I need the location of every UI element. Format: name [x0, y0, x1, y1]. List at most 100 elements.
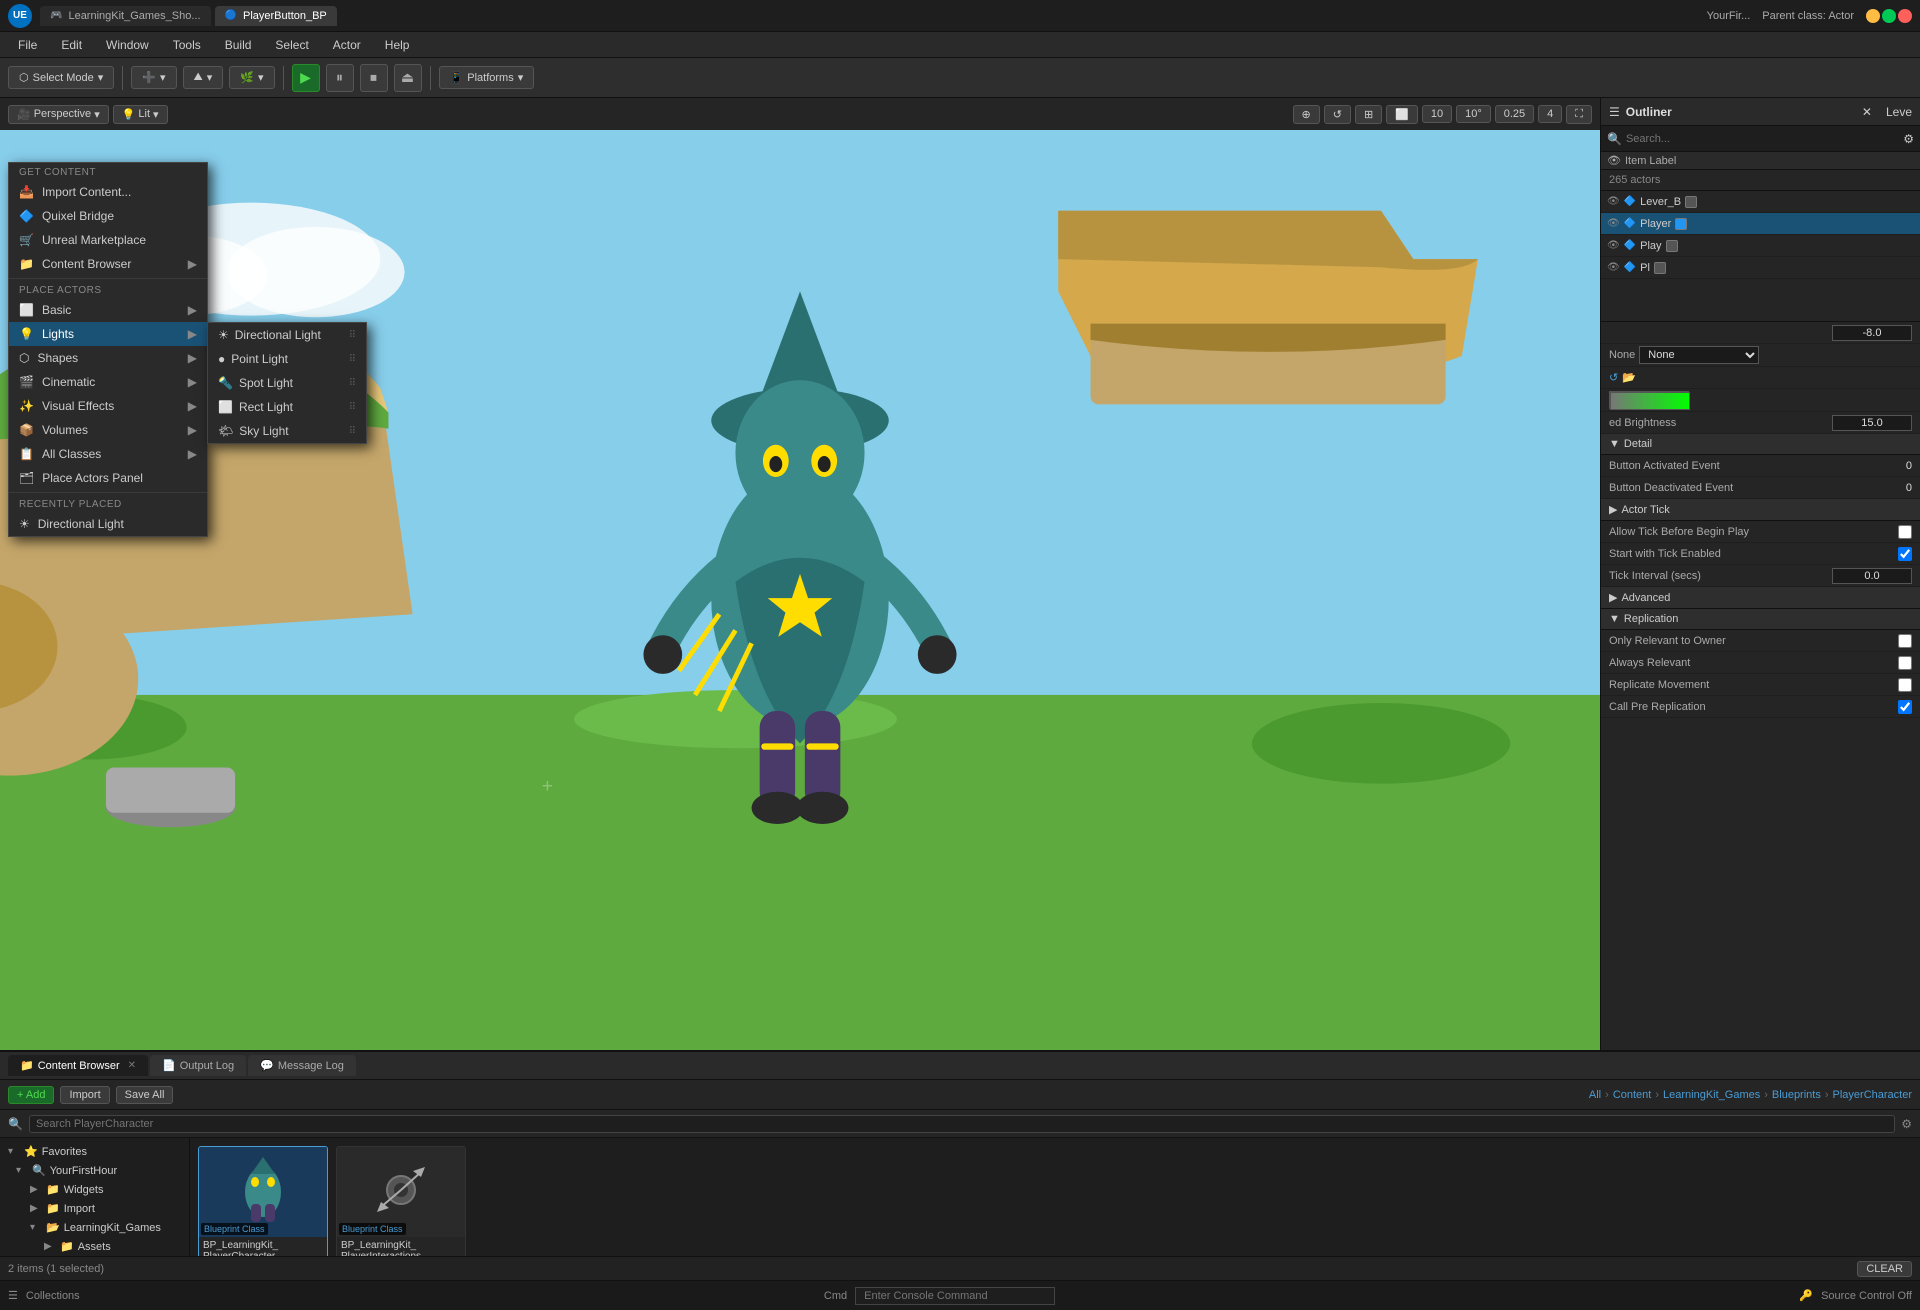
- vp-grid[interactable]: 10°: [1456, 105, 1491, 123]
- sky-light-item[interactable]: 🌤 Sky Light ⠿: [208, 419, 366, 443]
- outliner-item-player[interactable]: 👁 🔷 Player: [1601, 213, 1920, 235]
- tab-output-log[interactable]: 📄 Output Log: [150, 1055, 246, 1076]
- call-pre-rep-checkbox[interactable]: [1898, 700, 1912, 714]
- only-relevant-checkbox[interactable]: [1898, 634, 1912, 648]
- outliner-item-leverb[interactable]: 👁 🔷 Lever_B: [1601, 191, 1920, 213]
- vp-camera-speed[interactable]: 10: [1422, 105, 1452, 123]
- viewport-canvas[interactable]: +: [0, 130, 1600, 1050]
- tree-import[interactable]: ▶ 📁 Import: [0, 1199, 189, 1218]
- cb-save-all-btn[interactable]: Save All: [116, 1086, 174, 1104]
- tree-widgets[interactable]: ▶ 📁 Widgets: [0, 1180, 189, 1199]
- breadcrumb-content[interactable]: Content: [1613, 1089, 1652, 1101]
- always-relevant-checkbox[interactable]: [1898, 656, 1912, 670]
- minimize-button[interactable]: [1866, 9, 1880, 23]
- unreal-marketplace-item[interactable]: 🛒 Unreal Marketplace: [9, 228, 207, 252]
- cb-filter-icon[interactable]: ⚙: [1901, 1117, 1912, 1131]
- tab-learningkit[interactable]: 🎮 LearningKit_Games_Sho...: [40, 6, 211, 26]
- mode-selector[interactable]: ⬡ Select Mode ▾: [8, 66, 114, 89]
- menu-file[interactable]: File: [8, 36, 47, 54]
- volumes-item[interactable]: 📦 Volumes ▶: [9, 418, 207, 442]
- outliner-settings-icon[interactable]: ⚙: [1903, 132, 1914, 146]
- vp-translate-btn[interactable]: ⊕: [1293, 105, 1320, 124]
- numeric-input[interactable]: [1832, 325, 1912, 341]
- platforms-btn[interactable]: 📱 Platforms ▾: [439, 66, 535, 89]
- breadcrumb-all[interactable]: All: [1589, 1089, 1601, 1101]
- place-actors-panel-item[interactable]: 🗂 Place Actors Panel: [9, 466, 207, 490]
- vp-surface-btn[interactable]: ⬜: [1386, 105, 1418, 124]
- menu-build[interactable]: Build: [215, 36, 262, 54]
- maximize-button[interactable]: [1882, 9, 1896, 23]
- close-button[interactable]: [1898, 9, 1912, 23]
- collections-label[interactable]: Collections: [26, 1290, 80, 1302]
- details-section-header[interactable]: ▼ Detail: [1601, 434, 1920, 455]
- content-drawer-icon[interactable]: ☰: [8, 1289, 18, 1302]
- menu-actor[interactable]: Actor: [323, 36, 371, 54]
- console-input[interactable]: [855, 1287, 1055, 1305]
- pause-button[interactable]: ⏸: [326, 64, 354, 92]
- vp-num[interactable]: 4: [1538, 105, 1562, 123]
- cinematic-item[interactable]: 🎬 Cinematic ▶: [9, 370, 207, 394]
- tab-content-browser[interactable]: 📁 Content Browser ✕: [8, 1055, 148, 1076]
- cb-add-btn[interactable]: + Add: [8, 1086, 54, 1104]
- directional-light-item[interactable]: ☀ Directional Light ⠿: [208, 323, 366, 347]
- play-checkbox[interactable]: [1666, 240, 1678, 252]
- shapes-item[interactable]: ⬡ Shapes ▶: [9, 346, 207, 370]
- tick-enabled-checkbox[interactable]: [1898, 547, 1912, 561]
- tab-message-log[interactable]: 💬 Message Log: [248, 1055, 356, 1076]
- perspective-btn[interactable]: 🎥 Perspective ▾: [8, 105, 109, 124]
- spot-light-item[interactable]: 🔦 Spot Light ⠿: [208, 371, 366, 395]
- tree-yourfirsthour[interactable]: ▾ 🔍 YourFirstHour: [0, 1161, 189, 1180]
- outliner-item-play[interactable]: 👁 🔷 Play: [1601, 235, 1920, 257]
- vp-maximize[interactable]: ⛶: [1566, 105, 1592, 124]
- details-tab-label[interactable]: Leve: [1886, 105, 1912, 119]
- tree-assets[interactable]: ▶ 📁 Assets: [0, 1237, 189, 1256]
- quixel-bridge-item[interactable]: 🔷 Quixel Bridge: [9, 204, 207, 228]
- basic-item[interactable]: ⬜ Basic ▶: [9, 298, 207, 322]
- add-content-btn[interactable]: ➕ ▾: [131, 66, 176, 89]
- asset-bp-playercharacter[interactable]: Blueprint Class BP_LearningKit_PlayerCha…: [198, 1146, 328, 1256]
- content-browser-tab-close[interactable]: ✕: [128, 1060, 136, 1071]
- visual-effects-item[interactable]: ✨ Visual Effects ▶: [9, 394, 207, 418]
- menu-help[interactable]: Help: [375, 36, 420, 54]
- landscape-btn[interactable]: ⛰ ▾: [183, 66, 224, 89]
- none-dropdown[interactable]: None: [1639, 346, 1759, 364]
- recently-placed-directional[interactable]: ☀ Directional Light: [9, 512, 207, 536]
- cb-import-btn[interactable]: Import: [60, 1086, 109, 1104]
- tab-playerbutton[interactable]: 🔵 PlayerButton_BP: [215, 6, 337, 26]
- rect-light-item[interactable]: ⬜ Rect Light ⠿: [208, 395, 366, 419]
- vp-scale-btn[interactable]: ⊞: [1355, 105, 1382, 124]
- replication-header[interactable]: ▼ Replication: [1601, 609, 1920, 630]
- actor-tick-header[interactable]: ▶ Actor Tick: [1601, 499, 1920, 521]
- details-reset-icon[interactable]: ↺: [1609, 371, 1618, 384]
- color-swatch-bg[interactable]: [1609, 391, 1689, 409]
- play-button[interactable]: ▶: [292, 64, 320, 92]
- cb-search-input[interactable]: [29, 1115, 1895, 1133]
- all-classes-item[interactable]: 📋 All Classes ▶: [9, 442, 207, 466]
- lights-item[interactable]: 💡 Lights ▶ ☀ Directional Light ⠿ ● Point…: [9, 322, 207, 346]
- tree-learningkit[interactable]: ▾ 📂 LearningKit_Games: [0, 1218, 189, 1237]
- tick-interval-input[interactable]: [1832, 568, 1912, 584]
- asset-bp-playerinteractions[interactable]: Blueprint Class BP_LearningKit_PlayerInt…: [336, 1146, 466, 1256]
- menu-edit[interactable]: Edit: [51, 36, 92, 54]
- menu-window[interactable]: Window: [96, 36, 159, 54]
- stop-button[interactable]: ⏹: [360, 64, 388, 92]
- menu-tools[interactable]: Tools: [163, 36, 211, 54]
- player-checkbox[interactable]: [1675, 218, 1687, 230]
- vp-scale-val[interactable]: 0.25: [1495, 105, 1534, 123]
- replicate-movement-checkbox[interactable]: [1898, 678, 1912, 692]
- point-light-item[interactable]: ● Point Light ⠿: [208, 347, 366, 371]
- details-browse-icon[interactable]: 📂: [1622, 371, 1636, 384]
- outliner-item-pl[interactable]: 👁 🔷 Pl: [1601, 257, 1920, 279]
- source-control-label[interactable]: Source Control Off: [1821, 1290, 1912, 1302]
- import-content-item[interactable]: 📥 Import Content...: [9, 180, 207, 204]
- tree-favorites[interactable]: ▾ ⭐ Favorites: [0, 1142, 189, 1161]
- breadcrumb-learningkit[interactable]: LearningKit_Games: [1663, 1089, 1760, 1101]
- pl-checkbox[interactable]: [1654, 262, 1666, 274]
- brightness-input[interactable]: [1832, 415, 1912, 431]
- cb-clear-btn[interactable]: CLEAR: [1857, 1261, 1912, 1277]
- outliner-close-icon[interactable]: ✕: [1862, 105, 1872, 119]
- leverb-checkbox[interactable]: [1685, 196, 1697, 208]
- tick-before-checkbox[interactable]: [1898, 525, 1912, 539]
- outliner-search-input[interactable]: [1626, 133, 1899, 145]
- breadcrumb-blueprints[interactable]: Blueprints: [1772, 1089, 1821, 1101]
